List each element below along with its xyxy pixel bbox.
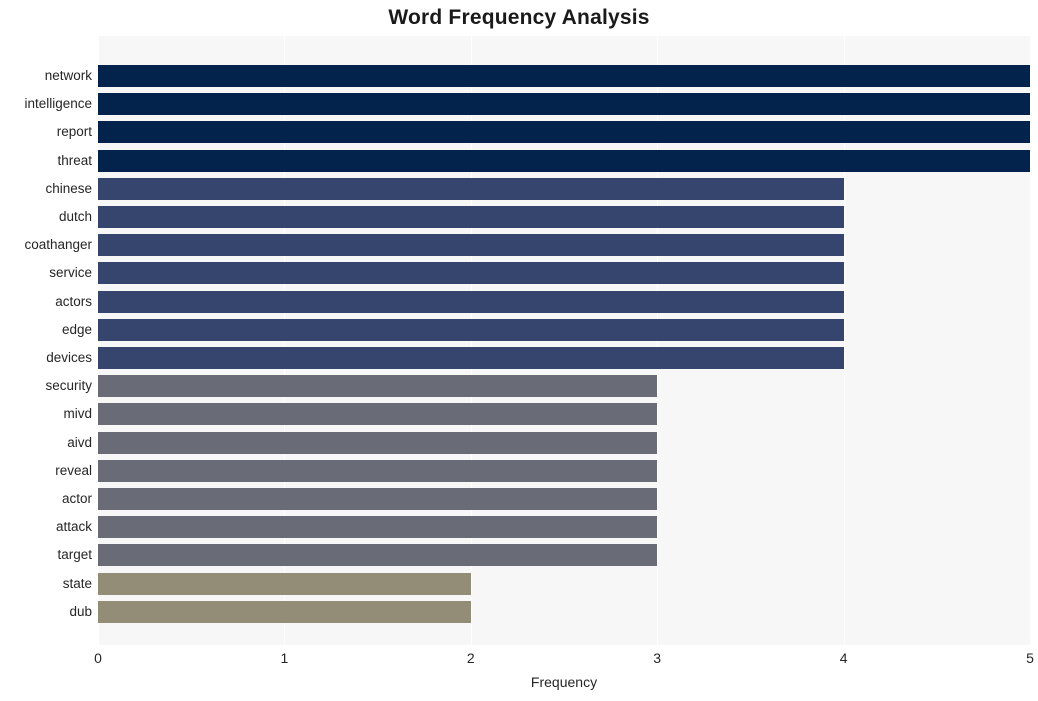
bar-coathanger[interactable] xyxy=(98,234,844,257)
bar-intelligence[interactable] xyxy=(98,93,1030,116)
bar-security[interactable] xyxy=(98,375,658,398)
bar-fill xyxy=(98,347,844,369)
y-tick-label-threat: threat xyxy=(57,152,92,168)
y-tick-label-dub: dub xyxy=(69,603,92,619)
x-tick-label-1: 1 xyxy=(280,650,289,666)
y-tick-label-network: network xyxy=(44,68,92,83)
bar-actors[interactable] xyxy=(98,290,844,313)
bars-container xyxy=(98,36,1030,645)
bar-fill xyxy=(98,375,658,398)
bar-actor[interactable] xyxy=(98,488,658,510)
y-tick-label-intelligence: intelligence xyxy=(24,96,92,112)
bar-fill xyxy=(98,262,844,285)
bar-fill xyxy=(98,488,658,510)
x-tick-label-2: 2 xyxy=(466,650,475,666)
bar-fill xyxy=(98,544,658,567)
bar-target[interactable] xyxy=(98,544,658,567)
bar-fill xyxy=(98,177,844,200)
bar-fill xyxy=(98,234,844,257)
y-tick-label-mivd: mivd xyxy=(63,406,92,422)
y-tick-label-aivd: aivd xyxy=(67,434,92,450)
bar-fill xyxy=(98,572,471,595)
y-tick-label-coathanger: coathanger xyxy=(24,237,92,253)
bar-fill xyxy=(98,290,844,313)
bar-chinese[interactable] xyxy=(98,177,844,200)
bar-state[interactable] xyxy=(98,572,471,595)
bar-attack[interactable] xyxy=(98,516,658,539)
y-tick-label-attack: attack xyxy=(55,519,92,535)
plot-area xyxy=(98,36,1031,645)
bar-threat[interactable] xyxy=(98,149,1030,172)
y-axis-labels: network intelligence report threat chinese du… xyxy=(0,36,92,645)
bar-edge[interactable] xyxy=(98,318,844,341)
bar-devices[interactable] xyxy=(98,347,844,369)
bar-mivd[interactable] xyxy=(98,403,658,426)
bar-dutch[interactable] xyxy=(98,206,844,228)
bar-fill xyxy=(98,206,844,228)
gridline xyxy=(1030,36,1031,645)
y-tick-label-security: security xyxy=(45,378,92,394)
bar-fill xyxy=(98,121,1030,144)
bar-fill xyxy=(98,149,1030,172)
word-frequency-chart: Word Frequency Analysis network intellige… xyxy=(0,0,1038,701)
y-tick-label-devices: devices xyxy=(46,350,92,365)
y-tick-label-edge: edge xyxy=(61,321,92,337)
bar-report[interactable] xyxy=(98,121,1030,144)
bar-fill xyxy=(98,600,471,623)
y-tick-label-report: report xyxy=(56,124,92,140)
bar-fill xyxy=(98,516,658,539)
bar-fill xyxy=(98,93,1030,116)
y-tick-label-state: state xyxy=(62,575,92,591)
y-tick-label-actors: actors xyxy=(55,293,92,309)
x-tick-label-5: 5 xyxy=(1026,650,1034,666)
bar-dub[interactable] xyxy=(98,600,471,623)
x-axis-title: Frequency xyxy=(530,674,598,690)
x-tick-label-0: 0 xyxy=(94,650,102,666)
bar-fill xyxy=(98,318,844,341)
chart-title: Word Frequency Analysis xyxy=(388,6,650,29)
bar-fill xyxy=(98,459,658,482)
bar-fill xyxy=(98,431,658,454)
bar-aivd[interactable] xyxy=(98,431,658,454)
bar-network[interactable] xyxy=(98,65,1030,87)
bar-fill xyxy=(98,65,1030,87)
bar-reveal[interactable] xyxy=(98,459,658,482)
y-tick-label-service: service xyxy=(49,265,92,281)
y-tick-label-chinese: chinese xyxy=(45,180,92,196)
y-tick-label-dutch: dutch xyxy=(58,209,92,224)
x-tick-label-4: 4 xyxy=(839,650,848,666)
y-tick-label-reveal: reveal xyxy=(55,462,92,478)
bar-service[interactable] xyxy=(98,262,844,285)
y-tick-label-actor: actor xyxy=(61,491,92,506)
y-tick-label-target: target xyxy=(57,547,92,563)
x-tick-label-3: 3 xyxy=(653,650,662,666)
bar-fill xyxy=(98,403,658,426)
